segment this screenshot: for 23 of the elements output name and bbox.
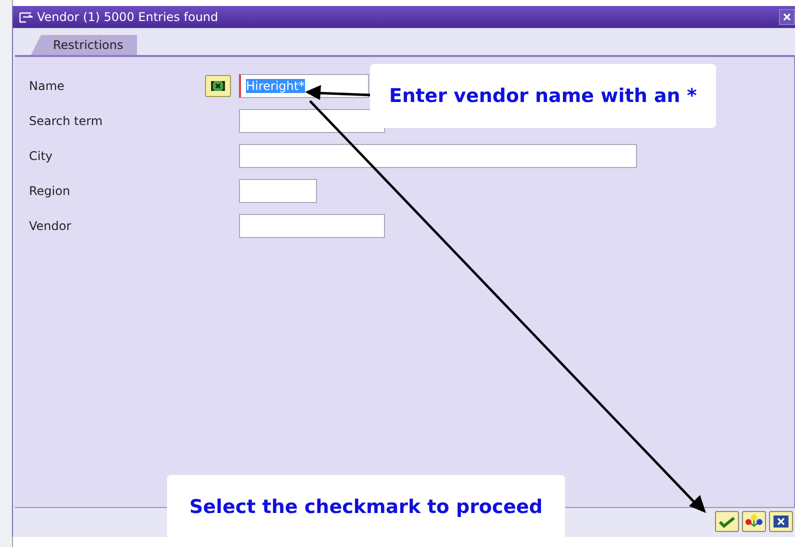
confirm-button[interactable] [715, 511, 739, 532]
field-label: Region [29, 184, 72, 198]
close-icon [783, 13, 791, 21]
tab[interactable]: Restrictions [31, 35, 138, 55]
brackets-icon [210, 80, 226, 92]
input-field[interactable] [239, 144, 637, 168]
field-label: Vendor [29, 218, 72, 232]
input-field[interactable] [239, 214, 385, 238]
cancel-icon [773, 515, 789, 528]
callout-text: Enter vendor name with an * [389, 85, 697, 107]
callout-text: Select the checkmark to proceed [189, 496, 543, 518]
window-title: Vendor (1) 5000 Entries found [37, 10, 218, 24]
multiple-selection-button[interactable] [205, 74, 231, 96]
hierarchy-icon [745, 514, 763, 529]
field-label: City [29, 148, 54, 162]
field-label: Search term [29, 114, 104, 128]
field-label: Name [29, 78, 66, 92]
hierarchy-button[interactable] [742, 511, 766, 532]
cancel-button[interactable] [769, 511, 793, 532]
window-icon [19, 12, 33, 22]
checkmark-icon [719, 516, 735, 528]
input-field[interactable] [239, 178, 317, 202]
close-button[interactable] [779, 9, 795, 25]
